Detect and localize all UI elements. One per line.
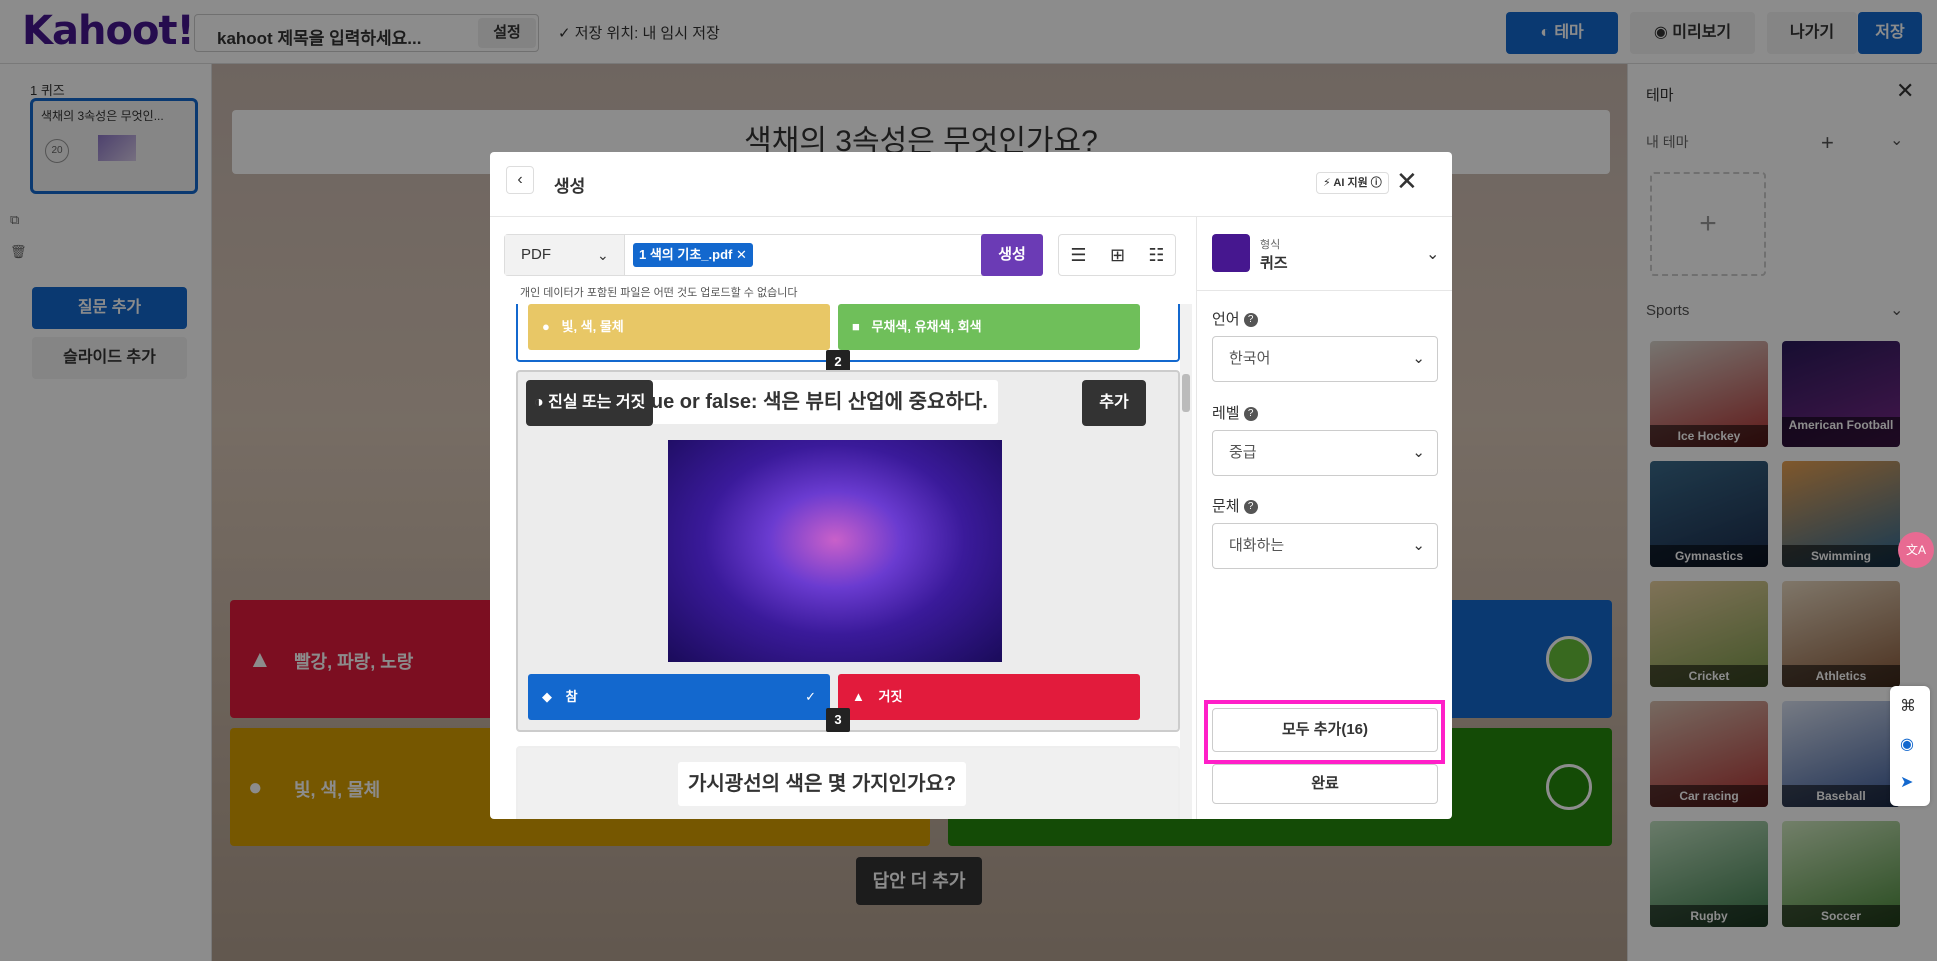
close-icon[interactable]: ✕ xyxy=(1396,166,1418,197)
circle-icon: ● xyxy=(542,319,550,334)
question-card-title: 가시광선의 색은 몇 가지인가요? xyxy=(678,762,967,806)
list-view-icon[interactable]: ☰ xyxy=(1059,235,1098,275)
question-card-title: True or false: 색은 뷰티 산업에 중요하다. xyxy=(622,380,998,424)
generate-modal: ‹ 생성 ⚡ AI 지원 ⓘ ✕ PDF ⌄ 1 색의 기초_.pdf ✕ 생성… xyxy=(490,152,1452,819)
assistant-icon[interactable]: ◉ xyxy=(1900,734,1914,754)
settings-divider xyxy=(1196,216,1197,819)
option-true: ◆ 참 ✓ xyxy=(528,674,830,720)
add-question-card-button[interactable]: 추가 xyxy=(1082,380,1146,426)
done-button[interactable]: 완료 xyxy=(1212,764,1438,804)
modal-title: 생성 xyxy=(554,177,586,196)
view-toggle-group: ☰ ⊞ ☷ xyxy=(1058,234,1176,276)
ai-badge: ⚡ AI 지원 ⓘ xyxy=(1316,172,1389,194)
detail-view-icon[interactable]: ☷ xyxy=(1137,235,1176,275)
header-divider xyxy=(490,216,1452,217)
chevron-down-icon[interactable]: ⌄ xyxy=(1426,244,1439,264)
rocket-icon[interactable]: ➤ xyxy=(1900,772,1913,792)
back-button[interactable]: ‹ xyxy=(506,166,534,194)
privacy-note: 개인 데이터가 포함된 파일은 어떤 것도 업로드할 수 없습니다 xyxy=(520,287,798,299)
help-icon[interactable]: ? xyxy=(1243,313,1258,328)
format-value[interactable]: 퀴즈 xyxy=(1260,252,1288,273)
chevron-down-icon: ⌄ xyxy=(1412,444,1425,461)
format-label: 형식 xyxy=(1260,239,1281,251)
square-icon: ■ xyxy=(852,319,860,334)
translate-icon[interactable]: 文A xyxy=(1898,532,1934,568)
true-false-type-label: ◑ 진실 또는 거짓 xyxy=(526,380,654,426)
scrollbar-thumb[interactable] xyxy=(1182,374,1190,412)
question-image xyxy=(668,440,1002,662)
command-icon[interactable]: ⌘ xyxy=(1900,696,1916,716)
language-select[interactable]: 한국어 ⌄ xyxy=(1212,336,1438,382)
generate-button[interactable]: 생성 xyxy=(981,234,1043,276)
floating-toolbar: ⌘ ◉ ➤ xyxy=(1890,686,1930,806)
grid-view-icon[interactable]: ⊞ xyxy=(1098,235,1137,275)
question-number-badge: 3 xyxy=(826,708,850,732)
chevron-down-icon: ⌄ xyxy=(1412,537,1425,554)
question-card-4[interactable]: 가시광선의 색은 몇 가지인가요? xyxy=(516,746,1180,819)
style-label: 문체? xyxy=(1212,495,1258,516)
check-icon: ✓ xyxy=(805,689,816,704)
question-card-3[interactable]: True or false: 색은 뷰티 산업에 중요하다. ◑ 진실 또는 거… xyxy=(516,370,1180,732)
lightning-icon: ⚡ xyxy=(1323,177,1331,189)
diamond-icon: ◆ xyxy=(542,689,552,704)
question-list-scrollbar[interactable] xyxy=(1180,304,1192,819)
source-input-row: PDF ⌄ 1 색의 기초_.pdf ✕ xyxy=(504,234,1041,276)
info-icon[interactable]: ⓘ xyxy=(1371,177,1382,189)
option-false: ▲ 거짓 xyxy=(838,674,1140,720)
generated-question-list: ● 빛, 색, 물체 ■ 무채색, 유채색, 회색 2 True or fals… xyxy=(504,304,1184,819)
chevron-left-icon: ‹ xyxy=(517,171,523,188)
chevron-down-icon: ⌄ xyxy=(597,247,609,263)
level-label: 레벨? xyxy=(1212,402,1258,423)
style-select[interactable]: 대화하는 ⌄ xyxy=(1212,523,1438,569)
source-type-select[interactable]: PDF ⌄ xyxy=(505,235,625,275)
option-square: ■ 무채색, 유채색, 회색 xyxy=(838,304,1140,350)
quiz-format-icon xyxy=(1212,234,1250,272)
chevron-down-icon: ⌄ xyxy=(1412,350,1425,367)
language-label: 언어? xyxy=(1212,308,1258,329)
triangle-icon: ▲ xyxy=(852,689,865,704)
file-chip: 1 색의 기초_.pdf ✕ xyxy=(633,243,753,267)
true-false-icon: ◑ xyxy=(534,394,544,411)
help-icon[interactable]: ? xyxy=(1243,407,1258,422)
option-circle: ● 빛, 색, 물체 xyxy=(528,304,830,350)
help-icon[interactable]: ? xyxy=(1243,500,1258,515)
level-select[interactable]: 중급 ⌄ xyxy=(1212,430,1438,476)
add-all-button[interactable]: 모두 추가(16) xyxy=(1212,708,1438,752)
format-divider xyxy=(1196,290,1452,291)
remove-file-icon[interactable]: ✕ xyxy=(736,247,747,262)
question-card-2[interactable]: ● 빛, 색, 물체 ■ 무채색, 유채색, 회색 2 xyxy=(516,304,1180,374)
